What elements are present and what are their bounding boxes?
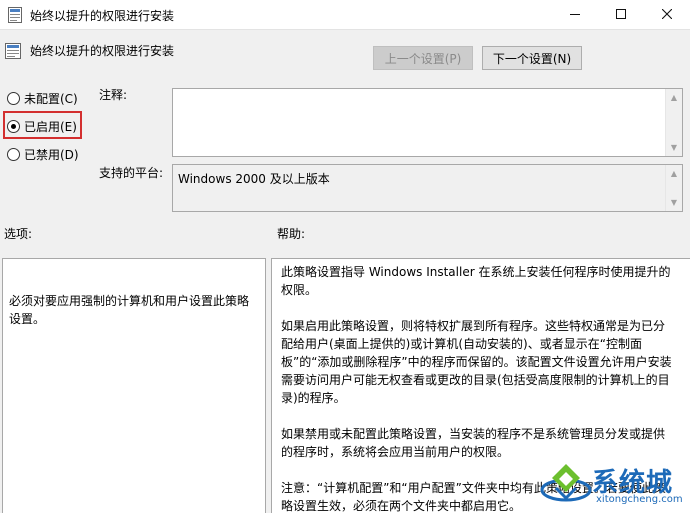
radio-button[interactable] [7, 119, 20, 133]
radio-button[interactable] [7, 91, 20, 105]
help-paragraph: 如果启用此策略设置，则将特权扩展到所有程序。这些特权通常是为已分配给用户(桌面上… [281, 319, 672, 405]
options-text: 必须对要应用强制的计算机和用户设置此策略设置。 [9, 294, 250, 326]
help-label: 帮助: [277, 227, 306, 241]
radio-label: 未配置(C) [24, 91, 78, 106]
previous-setting-button[interactable]: 上一个设置(P) [373, 46, 473, 70]
next-setting-button[interactable]: 下一个设置(N) [482, 46, 582, 70]
maximize-icon [616, 8, 626, 22]
comment-label: 注释: [99, 88, 128, 102]
scroll-up-icon[interactable]: ▲ [666, 89, 682, 106]
watermark: 系统城 xitongcheng.com [536, 458, 690, 513]
platform-field: Windows 2000 及以上版本 ▲ ▼ [172, 164, 683, 212]
comment-scrollbar[interactable]: ▲ ▼ [665, 89, 682, 156]
help-paragraph: 此策略设置指导 Windows Installer 在系统上安装任何程序时使用提… [281, 265, 671, 297]
scroll-down-icon[interactable]: ▼ [666, 139, 682, 156]
radio-label: 已禁用(D) [24, 147, 79, 162]
options-label: 选项: [4, 227, 33, 241]
close-icon [661, 8, 673, 22]
watermark-en-text: xitongcheng.com [596, 494, 683, 505]
help-paragraph: 如果禁用或未配置此策略设置，当安装的程序不是系统管理员分发或提供的程序时，系统将… [281, 427, 666, 459]
scroll-up-icon[interactable]: ▲ [666, 165, 682, 182]
title-bar: 始终以提升的权限进行安装 [0, 0, 690, 30]
platform-scrollbar[interactable]: ▲ ▼ [665, 165, 682, 211]
comment-field[interactable]: ▲ ▼ [172, 88, 683, 157]
minimize-button[interactable] [552, 0, 598, 30]
radio-enabled[interactable]: 已启用(E) [7, 116, 77, 136]
xitongcheng-logo-icon [540, 460, 592, 506]
close-button[interactable] [644, 0, 690, 30]
policy-document-icon [8, 7, 22, 23]
options-panel: 必须对要应用强制的计算机和用户设置此策略设置。 [2, 258, 266, 513]
minimize-icon [570, 8, 580, 22]
radio-not-configured[interactable]: 未配置(C) [7, 88, 78, 108]
scroll-down-icon[interactable]: ▼ [666, 194, 682, 211]
radio-disabled[interactable]: 已禁用(D) [7, 144, 79, 164]
radio-button[interactable] [7, 147, 20, 161]
window-title: 始终以提升的权限进行安装 [30, 9, 175, 23]
radio-label: 已启用(E) [24, 119, 77, 134]
platform-value: Windows 2000 及以上版本 [178, 172, 330, 186]
policy-setting-icon [4, 42, 22, 60]
setting-title: 始终以提升的权限进行安装 [30, 44, 175, 58]
maximize-button[interactable] [598, 0, 644, 30]
platform-label: 支持的平台: [99, 166, 164, 180]
